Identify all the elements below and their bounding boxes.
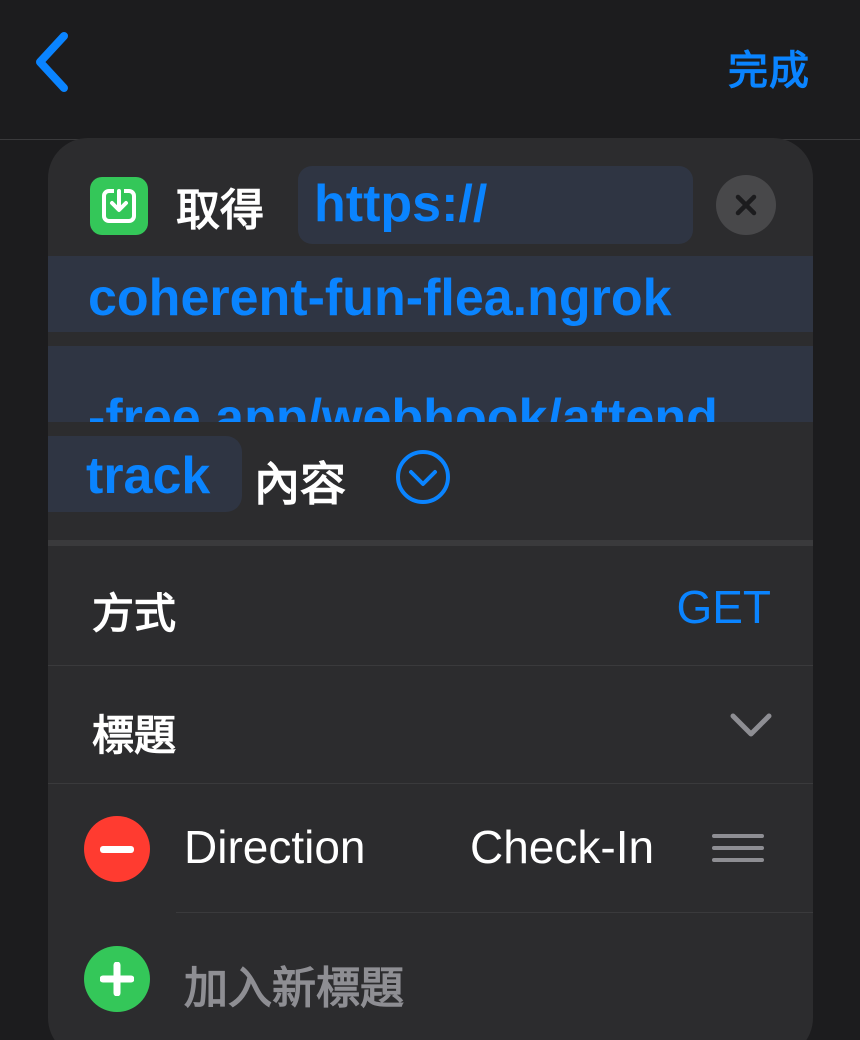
plus-icon: [100, 962, 134, 996]
url-token-segment[interactable]: coherent-fun-flea.ngrok: [48, 256, 813, 332]
url-token-segment[interactable]: track: [48, 436, 242, 512]
row-divider: [176, 912, 813, 913]
navigation-bar: 完成: [0, 0, 860, 140]
chevron-down-icon[interactable]: [727, 706, 775, 746]
method-value[interactable]: GET: [676, 580, 771, 634]
action-header: 取得: [90, 176, 264, 236]
url-text-line-2: coherent-fun-flea.ngrok: [88, 269, 672, 327]
done-button[interactable]: 完成: [728, 38, 810, 96]
minus-icon: [100, 845, 134, 853]
url-text-line-3: -free.app/webhook/attend: [88, 389, 718, 422]
back-button[interactable]: [22, 26, 82, 98]
add-header-label[interactable]: 加入新標題: [184, 952, 404, 1016]
header-key-field[interactable]: Direction: [184, 820, 366, 874]
headers-label: 標題: [92, 711, 177, 760]
url-token-segment[interactable]: https://: [298, 166, 693, 244]
add-header-button[interactable]: [84, 946, 150, 1012]
headers-row[interactable]: 標題: [48, 666, 813, 784]
content-label: 內容: [254, 457, 346, 511]
header-item-row: Direction Check-In: [48, 784, 813, 912]
method-label: 方式: [92, 589, 177, 638]
chevron-down-circle-icon[interactable]: [394, 448, 452, 506]
drag-handle-icon[interactable]: [712, 834, 764, 864]
url-text-line-1: https://: [314, 175, 488, 233]
action-verb: 取得: [176, 185, 264, 236]
close-icon: [735, 194, 757, 216]
url-token-segment[interactable]: -free.app/webhook/attend: [48, 346, 813, 422]
url-text-line-4: track: [86, 447, 211, 505]
get-contents-action-card: https:// 取得 coherent-fun-flea.ngrok -fre…: [48, 138, 813, 1040]
header-value-field[interactable]: Check-In: [470, 820, 654, 874]
download-icon: [90, 177, 148, 235]
clear-url-button[interactable]: [716, 175, 776, 235]
add-header-row[interactable]: 加入新標題: [48, 914, 813, 1040]
chevron-left-icon: [36, 32, 68, 92]
method-row[interactable]: 方式 GET: [48, 546, 813, 666]
delete-header-button[interactable]: [84, 816, 150, 882]
